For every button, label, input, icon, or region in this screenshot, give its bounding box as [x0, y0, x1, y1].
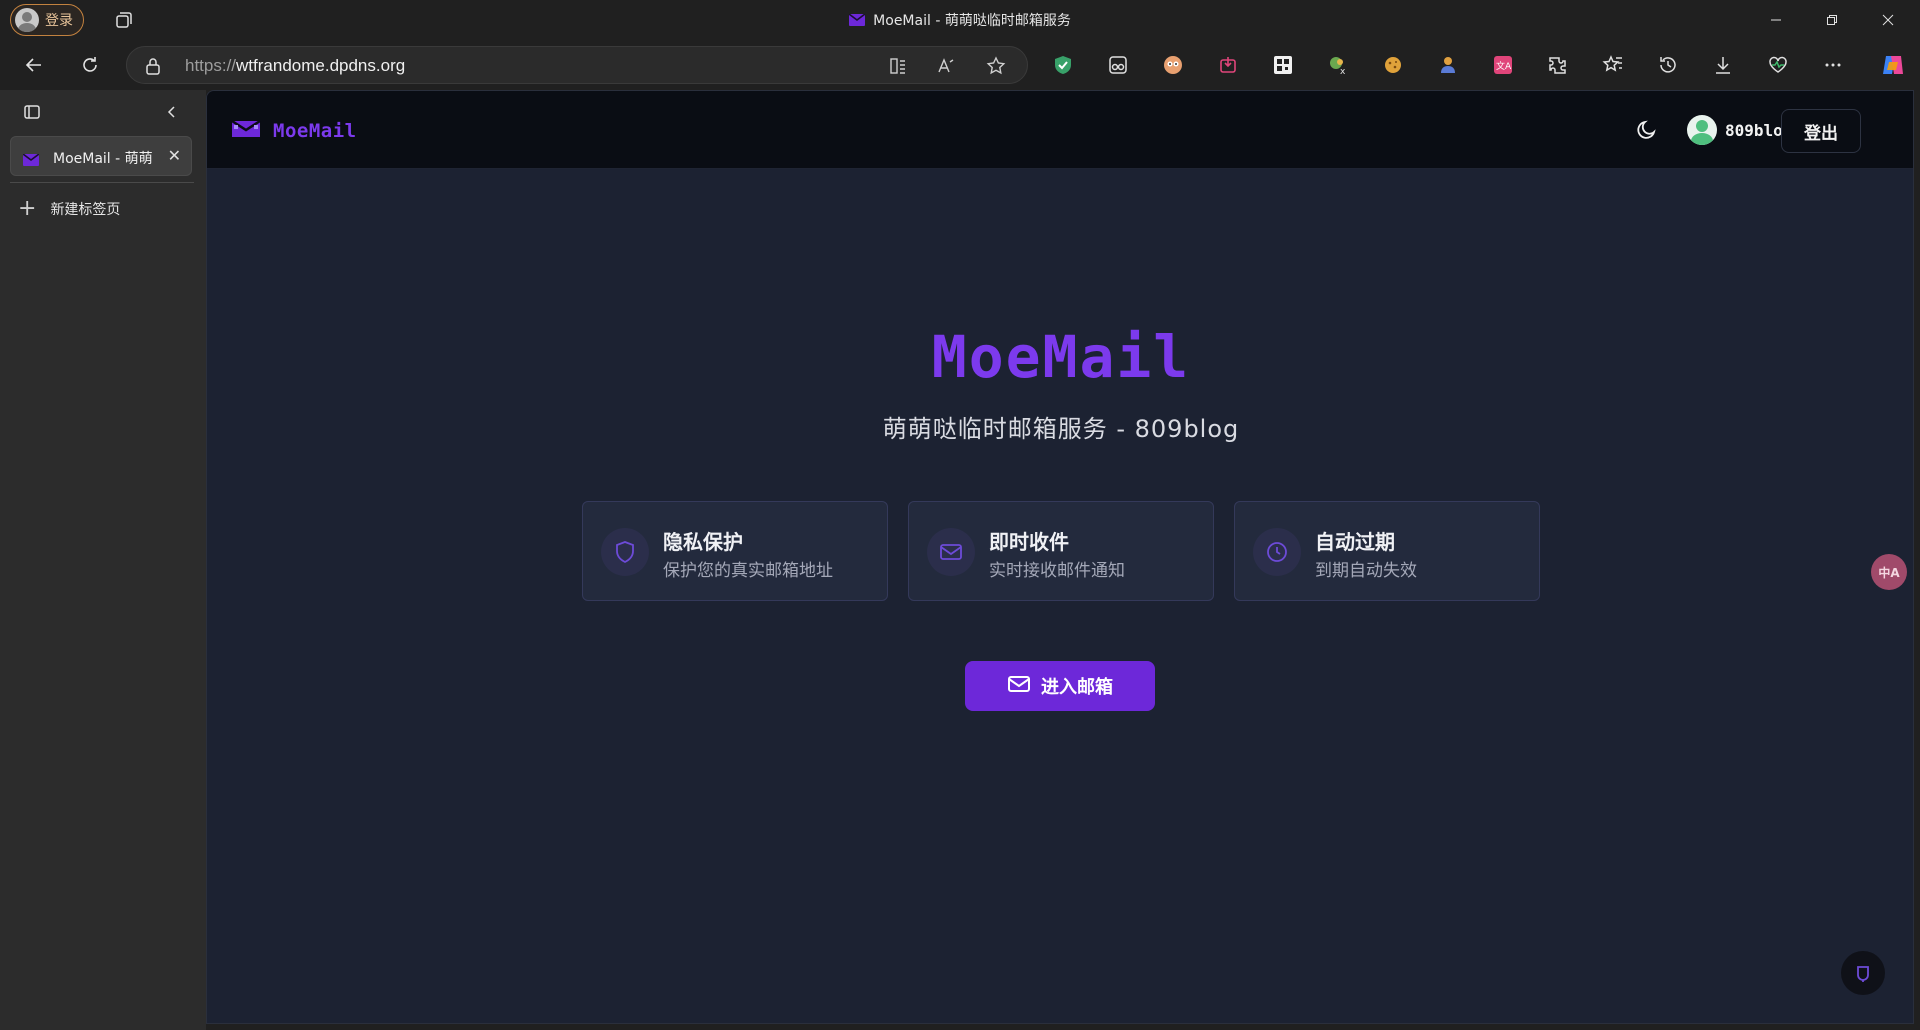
- feature-title: 自动过期: [1315, 530, 1395, 554]
- shield-icon: [601, 528, 649, 576]
- logo-mail-icon: [231, 119, 261, 143]
- window-title: MoeMail - 萌萌哒临时邮箱服务: [0, 10, 1920, 30]
- translate-extension-icon[interactable]: 文A: [1490, 52, 1516, 78]
- more-icon[interactable]: [1820, 52, 1846, 78]
- moemail-favicon-icon: [22, 151, 40, 170]
- tab-panel-icon[interactable]: [16, 96, 48, 128]
- extensions-icon[interactable]: [1545, 52, 1571, 78]
- enter-mailbox-label: 进入邮箱: [1041, 677, 1113, 698]
- url-text[interactable]: https://wtfrandome.dpdns.org: [185, 56, 405, 76]
- site-header: MoeMail 809blog 登出: [207, 91, 1913, 169]
- restore-button[interactable]: [1804, 0, 1860, 40]
- plus-icon: +: [18, 196, 37, 221]
- svg-text:文A: 文A: [1496, 60, 1512, 72]
- read-aloud-icon[interactable]: [933, 53, 959, 79]
- glasses-extension-icon[interactable]: [1105, 52, 1131, 78]
- feature-card-instant: 即时收件 实时接收邮件通知: [908, 501, 1214, 601]
- address-bar[interactable]: https://wtfrandome.dpdns.org: [126, 46, 1028, 84]
- profile-button[interactable]: 登录: [10, 4, 84, 36]
- tab-actions-icon[interactable]: [112, 9, 134, 31]
- cookie-extension-icon[interactable]: [1380, 52, 1406, 78]
- window-title-text: MoeMail - 萌萌哒临时邮箱服务: [873, 13, 1071, 29]
- avatar: [1687, 115, 1717, 145]
- web-content: MoeMail 809blog 登出 MoeMail 萌萌哒临时邮箱服务 - 8…: [206, 90, 1914, 1024]
- translate-float-button[interactable]: 中A: [1871, 554, 1907, 590]
- close-tab-icon[interactable]: ✕: [168, 146, 181, 165]
- face-extension-icon[interactable]: [1160, 52, 1186, 78]
- history-icon[interactable]: [1655, 52, 1681, 78]
- favorites-icon[interactable]: [1600, 52, 1626, 78]
- moemail-favicon-icon: [848, 13, 866, 26]
- logo-text: MoeMail: [273, 120, 357, 142]
- download-extension-icon[interactable]: [1215, 52, 1241, 78]
- xiaohongshu-extension-icon[interactable]: x: [1325, 52, 1351, 78]
- url-scheme: https://: [185, 56, 237, 75]
- svg-text:x: x: [1340, 67, 1346, 76]
- feature-desc: 实时接收邮件通知: [989, 561, 1125, 581]
- theme-toggle-moon-icon[interactable]: [1633, 116, 1661, 144]
- enter-mailbox-button[interactable]: 进入邮箱: [965, 661, 1155, 711]
- clock-icon: [1253, 528, 1301, 576]
- user-menu[interactable]: 809blog: [1687, 115, 1792, 145]
- new-tab-label: 新建标签页: [50, 202, 121, 218]
- lock-icon[interactable]: [145, 57, 161, 79]
- mail-icon: [927, 528, 975, 576]
- vertical-tabs-sidebar: MoeMail - 萌萌 ✕ + 新建标签页: [0, 90, 206, 1030]
- feature-card-expire: 自动过期 到期自动失效: [1234, 501, 1540, 601]
- close-window-button[interactable]: [1860, 0, 1916, 40]
- qr-extension-icon[interactable]: [1270, 52, 1296, 78]
- mail-icon: [1007, 674, 1031, 699]
- feature-title: 即时收件: [989, 530, 1069, 554]
- tab-moemail[interactable]: MoeMail - 萌萌 ✕: [10, 136, 192, 176]
- minimize-button[interactable]: [1748, 0, 1804, 40]
- refresh-icon[interactable]: [74, 49, 106, 81]
- feature-desc: 到期自动失效: [1315, 561, 1417, 581]
- url-host: wtfrandome.dpdns.org: [236, 56, 406, 75]
- copilot-icon[interactable]: [1880, 52, 1906, 78]
- title-bar: 登录 MoeMail - 萌萌哒临时邮箱服务: [0, 0, 1920, 40]
- feature-title: 隐私保护: [663, 530, 743, 554]
- feature-desc: 保护您的真实邮箱地址: [663, 561, 833, 581]
- tab-label: MoeMail - 萌萌: [53, 151, 153, 167]
- sidebar-divider: [10, 182, 194, 183]
- favorite-star-icon[interactable]: [983, 53, 1009, 79]
- person-extension-icon[interactable]: [1435, 52, 1461, 78]
- browser-toolbar: https://wtfrandome.dpdns.org x 文A: [0, 40, 1920, 90]
- collapse-sidebar-icon[interactable]: [156, 96, 188, 128]
- reader-mode-icon[interactable]: [885, 53, 911, 79]
- browser-window: 登录 MoeMail - 萌萌哒临时邮箱服务 https://wtfrandom…: [0, 0, 1920, 1030]
- shield-extension-icon[interactable]: [1050, 52, 1076, 78]
- health-icon[interactable]: [1765, 52, 1791, 78]
- profile-label: 登录: [45, 13, 73, 29]
- github-icon[interactable]: [1841, 951, 1885, 995]
- back-icon[interactable]: [18, 49, 50, 81]
- hero-subtitle: 萌萌哒临时邮箱服务 - 809blog: [882, 415, 1240, 443]
- profile-avatar-icon: [15, 8, 39, 32]
- site-logo[interactable]: MoeMail: [231, 119, 357, 143]
- hero-title: MoeMail: [931, 323, 1191, 391]
- feature-card-privacy: 隐私保护 保护您的真实邮箱地址: [582, 501, 888, 601]
- downloads-icon[interactable]: [1710, 52, 1736, 78]
- new-tab-button[interactable]: + 新建标签页: [18, 194, 120, 224]
- logout-button[interactable]: 登出: [1781, 109, 1861, 153]
